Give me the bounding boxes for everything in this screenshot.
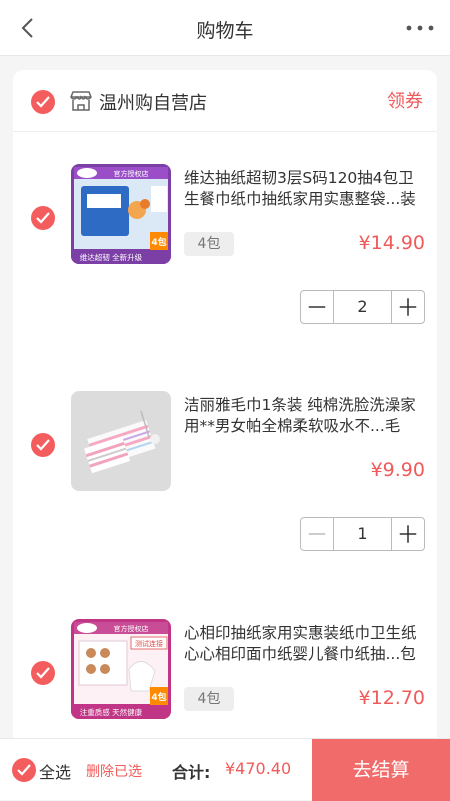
delete-selected-button[interactable]: 删除已选: [86, 761, 142, 781]
total-amount: ¥470.40: [225, 759, 292, 778]
item-checkbox[interactable]: [31, 661, 55, 685]
product-image[interactable]: 官方授权店 4包 维达超韧 全新升级: [71, 164, 171, 264]
select-all-checkbox[interactable]: [12, 758, 36, 782]
svg-text:测试连接: 测试连接: [135, 639, 163, 648]
more-dots-icon[interactable]: [404, 14, 436, 42]
svg-text:官方授权店: 官方授权店: [114, 624, 149, 633]
store-icon: [70, 91, 92, 111]
store-cart-card: 温州购自营店 领券 官方授权店 4包 维达超韧 全新升级 维达抽纸超韧3层S码1…: [13, 70, 437, 750]
plus-icon[interactable]: [391, 291, 424, 323]
item-checkbox[interactable]: [31, 433, 55, 457]
select-all-label[interactable]: 全选: [39, 759, 71, 783]
cart-item: 洁丽雅毛巾1条装 纯棉洗脸洗澡家用**男女帕全棉柔软吸水不...毛 ¥9.90 …: [13, 391, 437, 611]
store-name[interactable]: 温州购自营店: [99, 89, 207, 115]
coupon-button[interactable]: 领券: [387, 87, 423, 113]
page-title: 购物车: [196, 20, 254, 42]
quantity-stepper: 2: [300, 290, 425, 324]
product-spec-tag[interactable]: 4包: [184, 232, 234, 256]
checkout-bar: 全选 删除已选 合计: ¥470.40 去结算: [0, 738, 450, 801]
store-checkbox[interactable]: [31, 90, 55, 114]
svg-text:维达超韧 全新升级: 维达超韧 全新升级: [80, 252, 143, 262]
plus-icon[interactable]: [391, 518, 424, 550]
product-spec-tag[interactable]: 4包: [184, 687, 234, 711]
checkout-button[interactable]: 去结算: [312, 739, 450, 801]
svg-text:4包: 4包: [151, 691, 166, 703]
quantity-value[interactable]: 1: [334, 518, 391, 550]
svg-text:4包: 4包: [151, 236, 166, 248]
product-title[interactable]: 维达抽纸超韧3层S码120抽4包卫生餐巾纸巾抽纸家用实惠整袋...装: [184, 168, 426, 210]
product-price: ¥12.70: [358, 687, 425, 709]
cart-item: 官方授权店 测试连接 4包 注重质感 天然健康 心相印抽纸家用实惠装纸巾卫生纸心…: [13, 619, 437, 750]
svg-text:官方授权店: 官方授权店: [114, 169, 149, 178]
cart-item: 官方授权店 4包 维达超韧 全新升级 维达抽纸超韧3层S码120抽4包卫生餐巾纸…: [13, 164, 437, 384]
svg-text:注重质感 天然健康: 注重质感 天然健康: [80, 707, 143, 717]
product-price: ¥14.90: [358, 232, 425, 254]
product-title[interactable]: 洁丽雅毛巾1条装 纯棉洗脸洗澡家用**男女帕全棉柔软吸水不...毛: [184, 395, 426, 437]
quantity-value[interactable]: 2: [334, 291, 391, 323]
item-checkbox[interactable]: [31, 206, 55, 230]
quantity-stepper: 1: [300, 517, 425, 551]
product-price: ¥9.90: [370, 459, 425, 481]
product-image[interactable]: [71, 391, 171, 491]
minus-icon[interactable]: [301, 518, 334, 550]
product-title[interactable]: 心相印抽纸家用实惠装纸巾卫生纸心心相印面巾纸婴儿餐巾纸抽...包: [184, 623, 426, 665]
top-nav-bar: 购物车: [0, 0, 450, 56]
minus-icon[interactable]: [301, 291, 334, 323]
total-label: 合计:: [172, 763, 211, 782]
store-header: 温州购自营店 领券: [13, 70, 437, 132]
product-image[interactable]: 官方授权店 测试连接 4包 注重质感 天然健康: [71, 619, 171, 719]
